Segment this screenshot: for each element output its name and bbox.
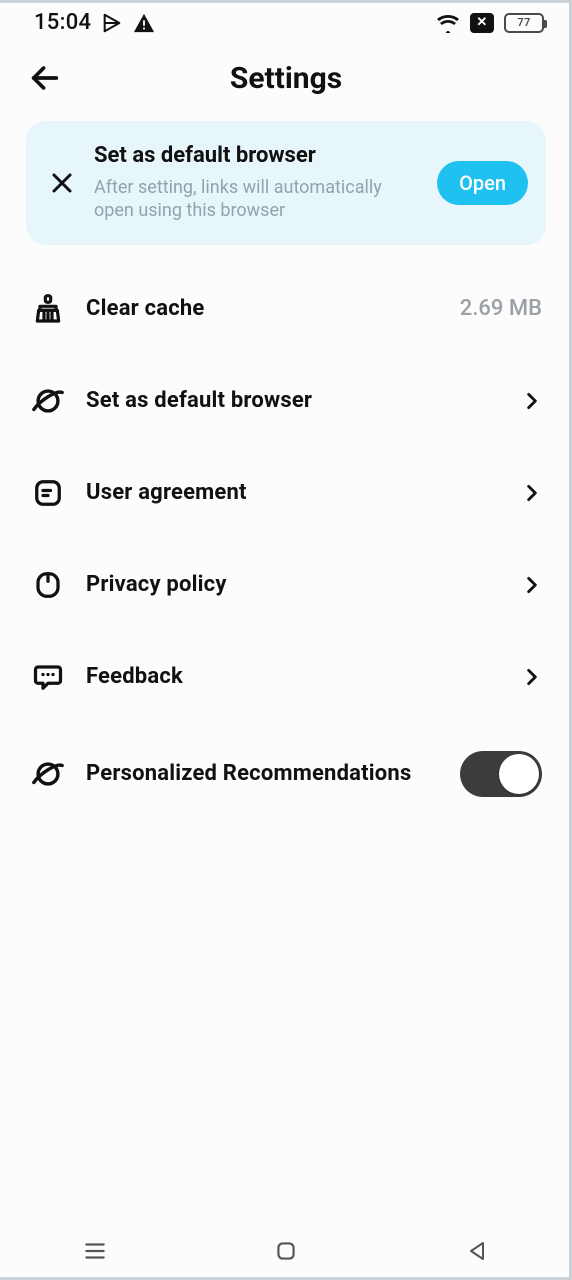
row-user-agreement[interactable]: User agreement	[0, 447, 572, 539]
chevron-right-icon	[522, 667, 542, 687]
nav-back-button[interactable]	[457, 1231, 497, 1271]
cache-size-text: 2.69 MB	[460, 296, 542, 321]
row-label: Privacy policy	[86, 572, 502, 597]
planet-icon	[30, 756, 66, 792]
row-personalized-recommendations: Personalized Recommendations	[0, 723, 572, 825]
banner-subtitle: After setting, links will automatically …	[94, 176, 425, 223]
row-label: Feedback	[86, 664, 502, 689]
broom-icon	[30, 291, 66, 327]
chevron-right-icon	[522, 483, 542, 503]
nav-recents-button[interactable]	[75, 1231, 115, 1271]
row-feedback[interactable]: Feedback	[0, 631, 572, 723]
row-label: Personalized Recommendations	[86, 761, 440, 786]
document-icon	[30, 475, 66, 511]
status-bar: 15:04 ✕ 77	[0, 0, 572, 35]
row-privacy-policy[interactable]: Privacy policy	[0, 539, 572, 631]
settings-list: Clear cache 2.69 MB Set as default brows…	[0, 263, 572, 825]
warning-triangle-icon	[133, 12, 155, 34]
status-card-icon: ✕	[470, 13, 494, 33]
page-title: Settings	[230, 61, 342, 96]
wifi-icon	[436, 13, 460, 33]
row-label: Clear cache	[86, 296, 440, 321]
chat-icon	[30, 659, 66, 695]
banner-title: Set as default browser	[94, 143, 425, 168]
app-header: Settings	[0, 35, 572, 121]
system-nav-bar	[0, 1222, 572, 1280]
row-label: Set as default browser	[86, 388, 502, 413]
back-button[interactable]	[28, 58, 68, 98]
banner-open-button[interactable]: Open	[437, 161, 528, 205]
play-outline-icon	[101, 12, 123, 34]
chevron-right-icon	[522, 575, 542, 595]
row-clear-cache[interactable]: Clear cache 2.69 MB	[0, 263, 572, 355]
row-default-browser[interactable]: Set as default browser	[0, 355, 572, 447]
chevron-right-icon	[522, 391, 542, 411]
personalized-toggle[interactable]	[460, 751, 542, 797]
nav-home-button[interactable]	[266, 1231, 306, 1271]
battery-level-text: 77	[517, 16, 530, 29]
status-clock: 15:04	[34, 10, 91, 35]
default-browser-banner: Set as default browser After setting, li…	[26, 121, 546, 245]
planet-icon	[30, 383, 66, 419]
banner-close-button[interactable]	[42, 163, 82, 203]
row-label: User agreement	[86, 480, 502, 505]
battery-icon: 77	[504, 13, 544, 33]
mouse-icon	[30, 567, 66, 603]
